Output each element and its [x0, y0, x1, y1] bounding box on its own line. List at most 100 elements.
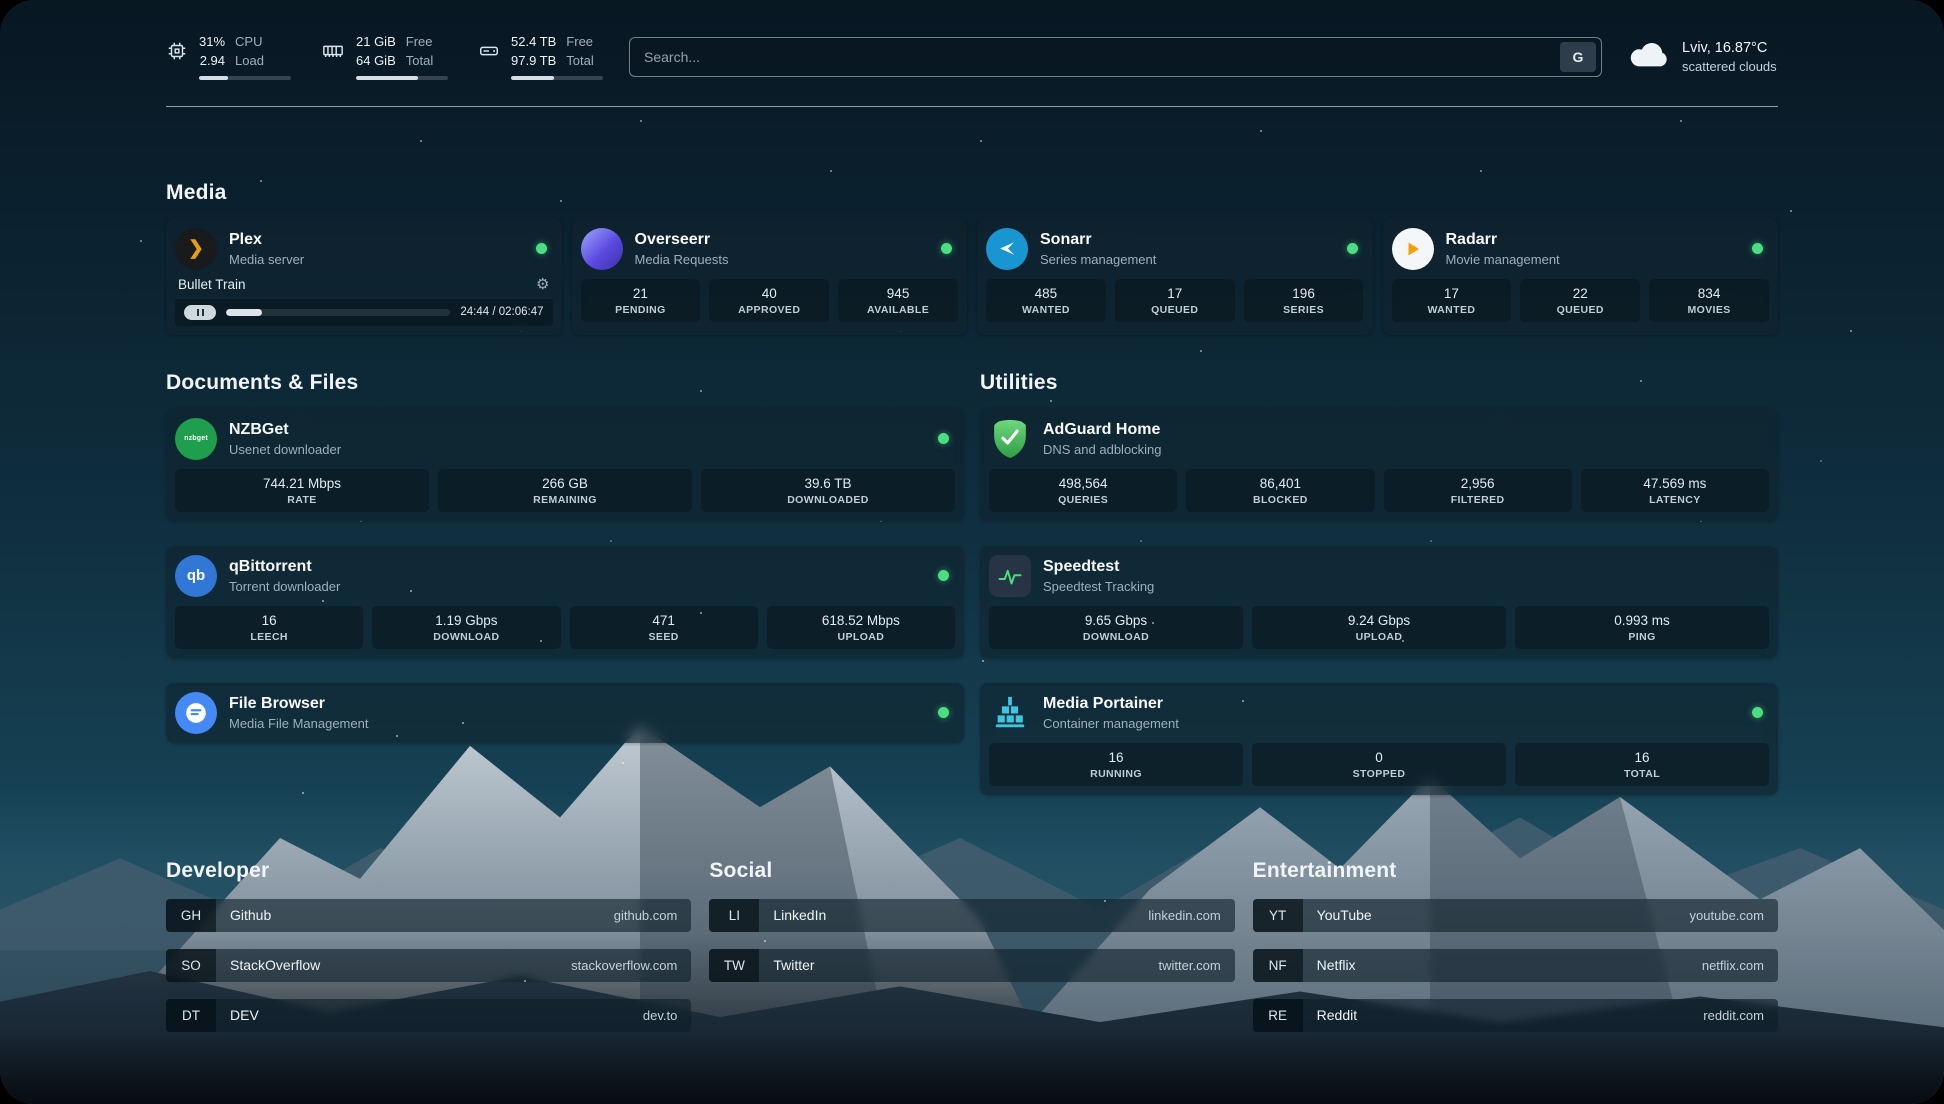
disk-usage-bar — [511, 76, 603, 80]
stat-block: 498,564 QUERIES — [989, 469, 1177, 512]
radarr-icon — [1392, 228, 1434, 270]
bookmark-twitter[interactable]: TW Twitter twitter.com — [709, 949, 1234, 982]
status-indicator — [1347, 243, 1358, 254]
bookmark-url: twitter.com — [1159, 958, 1235, 973]
service-name: Sonarr — [1040, 231, 1335, 249]
section-title-utilities: Utilities — [980, 371, 1778, 395]
service-description: Media server — [229, 252, 524, 267]
bookmark-url: dev.to — [643, 1008, 691, 1023]
stat-block: 9.24 Gbps UPLOAD — [1252, 606, 1506, 649]
stat-block: 0 STOPPED — [1252, 743, 1506, 786]
bookmark-url: youtube.com — [1690, 908, 1778, 923]
cpu-icon — [166, 40, 188, 67]
plex-player-bar: 24:44 / 02:06:47 — [175, 299, 553, 326]
disk-free-label: Free — [566, 34, 593, 51]
service-description: Media Requests — [635, 252, 930, 267]
disk-icon — [478, 40, 500, 67]
disk-total-value: 97.9 TB — [511, 53, 556, 70]
bookmark-abbr: NF — [1253, 949, 1303, 982]
search-input[interactable] — [644, 49, 1560, 65]
dashboard-content: 31% 2.94 CPU Load — [166, 0, 1778, 1078]
bookmark-github[interactable]: GH Github github.com — [166, 899, 691, 932]
stat-block: 16 LEECH — [175, 606, 363, 649]
search-provider-button[interactable]: G — [1560, 42, 1596, 72]
memory-usage-bar — [356, 76, 448, 80]
playback-progress-track[interactable] — [226, 309, 450, 316]
service-card-nzbget[interactable]: nzbget NZBGet Usenet downloader 744.21 M… — [166, 409, 964, 521]
service-description: Usenet downloader — [229, 442, 926, 457]
bookmark-name: Twitter — [759, 957, 1158, 973]
service-card-overseerr[interactable]: Overseerr Media Requests 21 PENDING 40 A… — [572, 219, 968, 335]
bookmark-group-title: Social — [709, 859, 1234, 883]
section-title-documents: Documents & Files — [166, 371, 964, 395]
service-card-adguard[interactable]: AdGuard Home DNS and adblocking 498,564 … — [980, 409, 1778, 521]
service-card-plex[interactable]: ❯ Plex Media server Bullet Train ⚙ — [166, 219, 562, 335]
gear-icon[interactable]: ⚙ — [536, 277, 549, 292]
bookmark-reddit[interactable]: RE Reddit reddit.com — [1253, 999, 1778, 1032]
speedtest-icon — [989, 555, 1031, 597]
service-name: File Browser — [229, 695, 926, 713]
cpu-load-value: 2.94 — [199, 53, 225, 70]
pause-button[interactable] — [184, 305, 216, 320]
bookmark-dev[interactable]: DT DEV dev.to — [166, 999, 691, 1032]
disk-free-value: 52.4 TB — [511, 34, 556, 51]
service-description: Container management — [1043, 716, 1740, 731]
service-name: qBittorrent — [229, 558, 926, 576]
plex-icon: ❯ — [175, 228, 217, 270]
stat-block: 16 RUNNING — [989, 743, 1243, 786]
service-name: Overseerr — [635, 231, 930, 249]
stat-block: 9.65 Gbps DOWNLOAD — [989, 606, 1243, 649]
bookmark-group-title: Entertainment — [1253, 859, 1778, 883]
section-media: Media ❯ Plex Media server — [166, 181, 1778, 335]
cpu-label: CPU — [235, 34, 264, 51]
status-indicator — [1752, 707, 1763, 718]
dashboard-screen: 31% 2.94 CPU Load — [0, 0, 1944, 1104]
topbar-divider — [166, 106, 1778, 107]
bookmark-abbr: GH — [166, 899, 216, 932]
stat-block: 17 WANTED — [1392, 279, 1512, 322]
bookmark-stackoverflow[interactable]: SO StackOverflow stackoverflow.com — [166, 949, 691, 982]
service-card-radarr[interactable]: Radarr Movie management 17 WANTED 22 QUE… — [1383, 219, 1779, 335]
bookmark-group-social: Social LI LinkedIn linkedin.com TW Twitt… — [709, 859, 1234, 1032]
bookmark-name: DEV — [216, 1007, 643, 1023]
cpu-load-label: Load — [235, 53, 264, 70]
bookmark-linkedin[interactable]: LI LinkedIn linkedin.com — [709, 899, 1234, 932]
service-name: Radarr — [1446, 231, 1741, 249]
bookmark-name: Github — [216, 907, 614, 923]
memory-free-label: Free — [406, 34, 433, 51]
service-description: Series management — [1040, 252, 1335, 267]
bookmarks-area: Developer GH Github github.com SO StackO… — [166, 859, 1778, 1078]
weather-widget: Lviv, 16.87°C scattered clouds — [1628, 39, 1778, 74]
portainer-icon — [989, 692, 1031, 734]
snow-overlay — [0, 0, 2, 2]
bookmark-netflix[interactable]: NF Netflix netflix.com — [1253, 949, 1778, 982]
stars-layer-2 — [0, 0, 2, 2]
service-name: AdGuard Home — [1043, 421, 1769, 439]
bookmark-abbr: LI — [709, 899, 759, 932]
stat-block: 266 GB REMAINING — [438, 469, 692, 512]
bookmark-youtube[interactable]: YT YouTube youtube.com — [1253, 899, 1778, 932]
stat-block: 485 WANTED — [986, 279, 1106, 322]
service-name: Speedtest — [1043, 558, 1769, 576]
service-card-filebrowser[interactable]: File Browser Media File Management — [166, 683, 964, 743]
service-description: Speedtest Tracking — [1043, 579, 1769, 594]
stat-block: 744.21 Mbps RATE — [175, 469, 429, 512]
stat-block: 40 APPROVED — [709, 279, 829, 322]
service-card-sonarr[interactable]: Sonarr Series management 485 WANTED 17 Q… — [977, 219, 1373, 335]
service-card-portainer[interactable]: Media Portainer Container management 16 … — [980, 683, 1778, 795]
bookmark-url: netflix.com — [1702, 958, 1778, 973]
search-bar: G — [629, 37, 1602, 77]
disk-total-label: Total — [566, 53, 593, 70]
service-card-speedtest[interactable]: Speedtest Speedtest Tracking 9.65 Gbps D… — [980, 546, 1778, 658]
playback-time: 24:44 / 02:06:47 — [460, 306, 543, 318]
stat-block: 471 SEED — [570, 606, 758, 649]
weather-location: Lviv, 16.87°C — [1682, 40, 1777, 56]
stat-block: 2,956 FILTERED — [1384, 469, 1572, 512]
bookmark-name: Netflix — [1303, 957, 1702, 973]
service-name: Media Portainer — [1043, 695, 1740, 713]
stat-block: 618.52 Mbps UPLOAD — [767, 606, 955, 649]
stat-block: 834 MOVIES — [1649, 279, 1769, 322]
nzbget-icon: nzbget — [175, 418, 217, 460]
topbar: 31% 2.94 CPU Load — [166, 34, 1778, 80]
service-card-qbittorrent[interactable]: qb qBittorrent Torrent downloader 16 — [166, 546, 964, 658]
